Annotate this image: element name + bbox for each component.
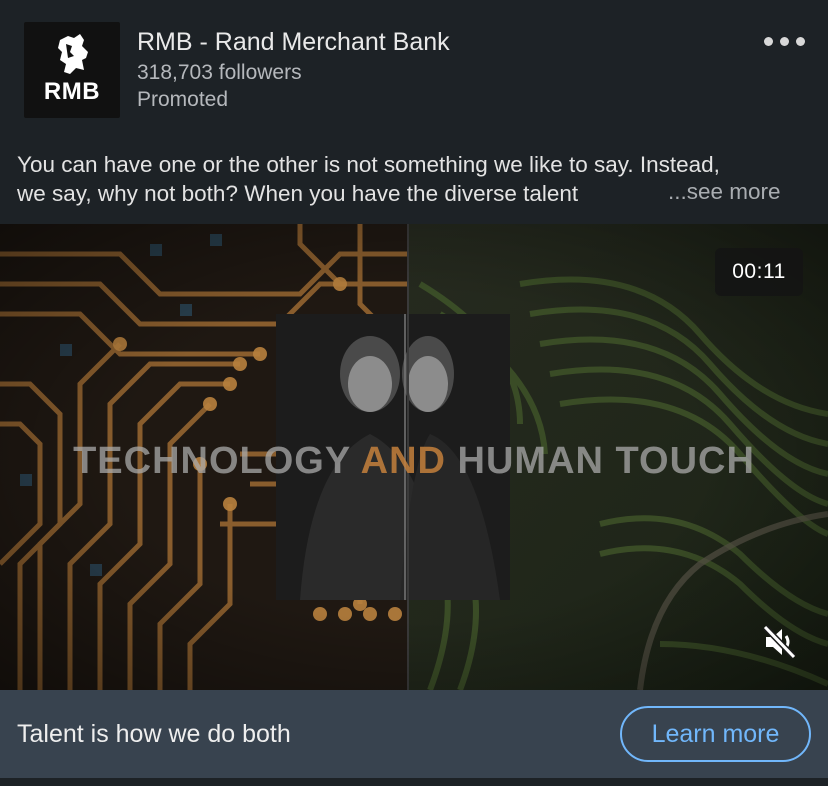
unmute-button[interactable]: [760, 622, 800, 662]
video-overlay-headline: TECHNOLOGY AND HUMAN TOUCH: [0, 440, 828, 483]
company-logo[interactable]: RMB: [24, 22, 120, 118]
ellipsis-dot: [780, 37, 789, 46]
ellipsis-dot: [796, 37, 805, 46]
headline-technology: TECHNOLOGY: [73, 440, 361, 482]
more-options-button[interactable]: [760, 30, 810, 54]
ellipsis-horizontal-icon: [764, 37, 773, 46]
post-text-line: You can have one or the other is not som…: [17, 152, 720, 177]
video-player[interactable]: TECHNOLOGY AND HUMAN TOUCH 00:11: [0, 224, 828, 690]
cta-headline: Talent is how we do both: [17, 720, 291, 748]
learn-more-button[interactable]: Learn more: [620, 706, 811, 762]
logo-wordmark: RMB: [43, 78, 101, 105]
post-header: RMB RMB - Rand Merchant Bank 318,703 fol…: [0, 0, 828, 140]
sponsored-post-card: RMB RMB - Rand Merchant Bank 318,703 fol…: [0, 0, 828, 786]
headline-human-touch: HUMAN TOUCH: [445, 440, 755, 482]
company-name-link[interactable]: RMB - Rand Merchant Bank: [137, 28, 450, 57]
video-duration-badge: 00:11: [715, 248, 803, 296]
call-to-action-bar: Talent is how we do both Learn more: [0, 690, 828, 778]
headline-and: AND: [360, 440, 446, 482]
promoted-label: Promoted: [137, 88, 229, 111]
see-more-link[interactable]: ...see more: [666, 179, 781, 205]
speaker-muted-icon: [762, 624, 797, 660]
follower-count: 318,703 followers: [137, 61, 302, 84]
card-bottom-divider: [0, 778, 828, 786]
